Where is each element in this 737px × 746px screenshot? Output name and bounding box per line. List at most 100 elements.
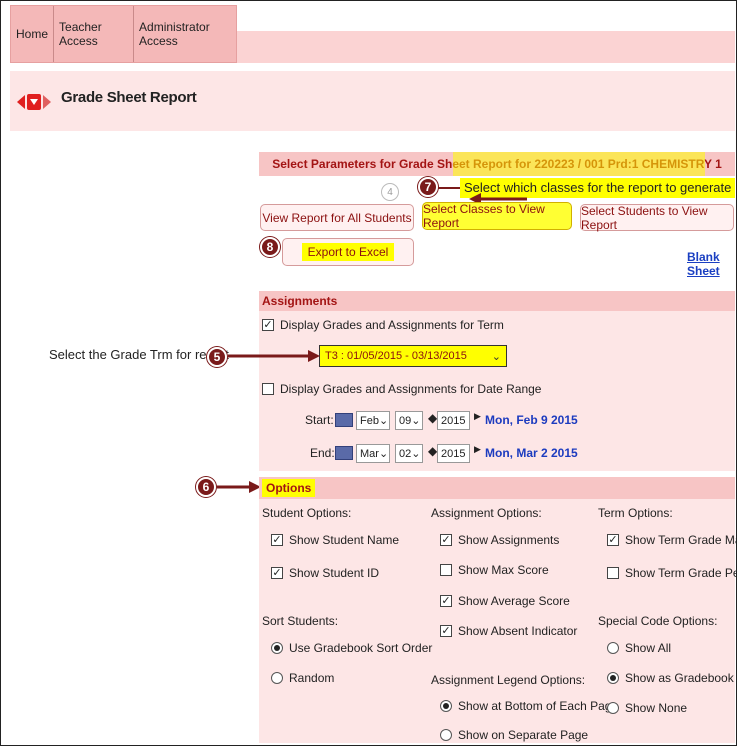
show-max-score-option: Show Max Score — [440, 563, 549, 577]
step-badge-4: 4 — [381, 183, 399, 201]
end-date-display: Mon, Mar 2 2015 — [485, 446, 578, 460]
step-badge-6: 6 — [196, 477, 216, 497]
show-absent-indicator-option: ✓ Show Absent Indicator — [440, 624, 577, 638]
end-year-value: 2015 — [441, 447, 466, 460]
step-badge-8: 8 — [260, 237, 280, 257]
show-term-marks-label: Show Term Grade Marks — [625, 533, 737, 547]
callout-arrow-icon — [469, 193, 527, 203]
show-all-label: Show All — [625, 641, 672, 655]
legend-separate-radio[interactable] — [440, 729, 452, 741]
back-forward-icon[interactable] — [17, 93, 51, 111]
random-radio[interactable] — [271, 672, 283, 684]
year-increment-icon[interactable]: ▶ — [474, 444, 481, 455]
year-increment-icon[interactable]: ▶ — [474, 411, 481, 422]
end-day-value: 02 — [399, 447, 412, 460]
show-max-score-checkbox[interactable] — [440, 564, 452, 576]
end-month-value: Mar — [360, 447, 379, 460]
page-title: Grade Sheet Report — [61, 89, 197, 106]
export-excel-button[interactable]: Export to Excel — [282, 238, 414, 266]
special-code-label: Special Code Options: — [598, 614, 718, 628]
show-term-percent-checkbox[interactable] — [607, 567, 619, 579]
use-gradebook-sort-radio[interactable] — [271, 642, 283, 654]
show-average-score-checkbox[interactable]: ✓ — [440, 595, 452, 607]
random-option: Random — [271, 671, 334, 685]
assignment-options-label: Assignment Options: — [431, 506, 542, 520]
show-assignments-label: Show Assignments — [458, 533, 560, 547]
term-select[interactable]: T3 : 01/05/2015 - 03/13/2015 ⌄ — [319, 345, 507, 367]
view-all-students-button[interactable]: View Report for All Students — [260, 204, 414, 231]
show-term-marks-checkbox[interactable]: ✓ — [607, 534, 619, 546]
select-students-button[interactable]: Select Students to View Report — [580, 204, 734, 232]
end-year-input[interactable]: 2015 — [437, 444, 470, 463]
show-none-radio[interactable] — [607, 702, 619, 714]
show-absent-indicator-checkbox[interactable]: ✓ — [440, 625, 452, 637]
term-checkbox[interactable]: ✓ — [262, 319, 274, 331]
show-student-id-checkbox[interactable]: ✓ — [271, 567, 283, 579]
show-term-percent-option: Show Term Grade Percent — [607, 566, 737, 580]
date-range-checkbox[interactable] — [262, 383, 274, 395]
start-label: Start: — [305, 413, 334, 427]
use-gradebook-sort-option: Use Gradebook Sort Order — [271, 641, 432, 655]
end-label: End: — [310, 446, 335, 460]
chevron-down-icon: ⌄ — [411, 415, 421, 427]
export-excel-label: Export to Excel — [301, 243, 395, 261]
assignments-header: Assignments — [259, 291, 735, 311]
legend-separate-option: Show on Separate Page — [440, 728, 588, 742]
show-as-gradebook-radio[interactable] — [607, 672, 619, 684]
year-decrement-icon[interactable]: ◆ — [428, 444, 437, 458]
blank-sheet-link[interactable]: Blank Sheet — [687, 250, 736, 278]
show-student-name-option: ✓ Show Student Name — [271, 533, 399, 547]
show-student-id-option: ✓ Show Student ID — [271, 566, 379, 580]
nav-teacher-access[interactable]: Teacher Access — [54, 6, 135, 62]
start-date-display: Mon, Feb 9 2015 — [485, 413, 578, 427]
select-classes-button[interactable]: Select Classes to View Report — [422, 202, 572, 230]
end-day-select[interactable]: 02 ⌄ — [395, 444, 423, 463]
legend-bottom-radio[interactable] — [440, 700, 452, 712]
nav-administrator-access[interactable]: Administrator Access — [134, 6, 236, 62]
show-average-score-label: Show Average Score — [458, 594, 570, 608]
callout-line-7 — [438, 187, 462, 189]
options-header: Options — [262, 479, 316, 497]
term-checkbox-label: Display Grades and Assignments for Term — [280, 318, 504, 332]
show-all-radio[interactable] — [607, 642, 619, 654]
date-range-option: Display Grades and Assignments for Date … — [262, 382, 541, 396]
show-average-score-option: ✓ Show Average Score — [440, 594, 570, 608]
top-nav: Home Teacher Access Administrator Access — [10, 5, 237, 63]
calendar-icon[interactable] — [335, 446, 353, 460]
start-day-select[interactable]: 09 ⌄ — [395, 411, 423, 430]
show-term-percent-label: Show Term Grade Percent — [625, 566, 737, 580]
show-student-name-label: Show Student Name — [289, 533, 400, 547]
show-all-option: Show All — [607, 641, 671, 655]
show-student-id-label: Show Student ID — [289, 566, 380, 580]
calendar-icon[interactable] — [335, 413, 353, 427]
arrow-right-icon — [217, 481, 261, 493]
show-assignments-option: ✓ Show Assignments — [440, 533, 559, 547]
date-range-checkbox-label: Display Grades and Assignments for Date … — [280, 382, 542, 396]
show-as-gradebook-option: Show as Gradebook — [607, 671, 734, 685]
chevron-down-icon: ⌄ — [491, 350, 501, 363]
sort-students-label: Sort Students: — [262, 614, 339, 628]
year-decrement-icon[interactable]: ◆ — [428, 411, 437, 425]
show-none-label: Show None — [625, 701, 688, 715]
show-student-name-checkbox[interactable]: ✓ — [271, 534, 283, 546]
use-gradebook-sort-label: Use Gradebook Sort Order — [289, 641, 433, 655]
term-select-value: T3 : 01/05/2015 - 03/13/2015 — [325, 350, 467, 362]
side-note-term: Select the Grade Trm for report — [49, 347, 229, 362]
nav-strip — [237, 31, 735, 63]
legend-options-label: Assignment Legend Options: — [431, 673, 586, 687]
show-none-option: Show None — [607, 701, 687, 715]
start-month-select[interactable]: Feb ⌄ — [356, 411, 390, 430]
chevron-down-icon: ⌄ — [411, 448, 421, 460]
arrow-right-icon — [228, 350, 320, 362]
start-year-input[interactable]: 2015 — [437, 411, 470, 430]
nav-home[interactable]: Home — [11, 6, 55, 62]
step-badge-7: 7 — [418, 177, 438, 197]
end-month-select[interactable]: Mar ⌄ — [356, 444, 390, 463]
show-assignments-checkbox[interactable]: ✓ — [440, 534, 452, 546]
term-options-label: Term Options: — [598, 506, 673, 520]
show-absent-indicator-label: Show Absent Indicator — [458, 624, 578, 638]
start-year-value: 2015 — [441, 414, 466, 427]
legend-bottom-option: Show at Bottom of Each Page — [440, 699, 618, 713]
legend-bottom-label: Show at Bottom of Each Page — [458, 699, 619, 713]
step-badge-5: 5 — [207, 347, 227, 367]
